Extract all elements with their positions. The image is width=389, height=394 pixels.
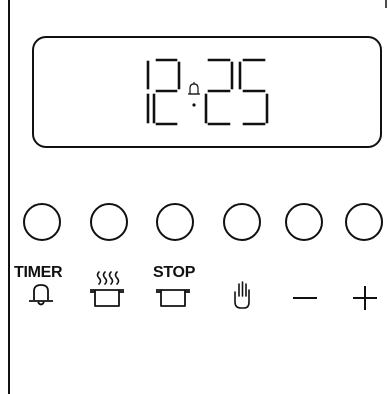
alarm-bell-icon	[188, 82, 200, 95]
plus-button[interactable]	[345, 203, 383, 241]
digit-2	[152, 58, 181, 126]
digit-5	[238, 58, 269, 126]
minus-icon	[293, 297, 317, 299]
digit-2	[204, 58, 234, 126]
hand-icon	[234, 281, 250, 309]
lcd-display	[32, 36, 382, 148]
pot-with-steam-icon	[90, 271, 124, 307]
pot-icon	[156, 289, 190, 307]
timer-button[interactable]	[23, 203, 61, 241]
stop-button[interactable]	[156, 203, 194, 241]
plus-icon	[353, 286, 377, 310]
stop-label: STOP	[153, 264, 196, 281]
minus-button[interactable]	[285, 203, 323, 241]
manual-button[interactable]	[223, 203, 261, 241]
timer-label: TIMER	[14, 264, 63, 281]
clock-readout	[146, 58, 269, 126]
colon	[192, 103, 196, 107]
bell-icon	[29, 284, 53, 306]
cook-steam-button[interactable]	[90, 203, 128, 241]
